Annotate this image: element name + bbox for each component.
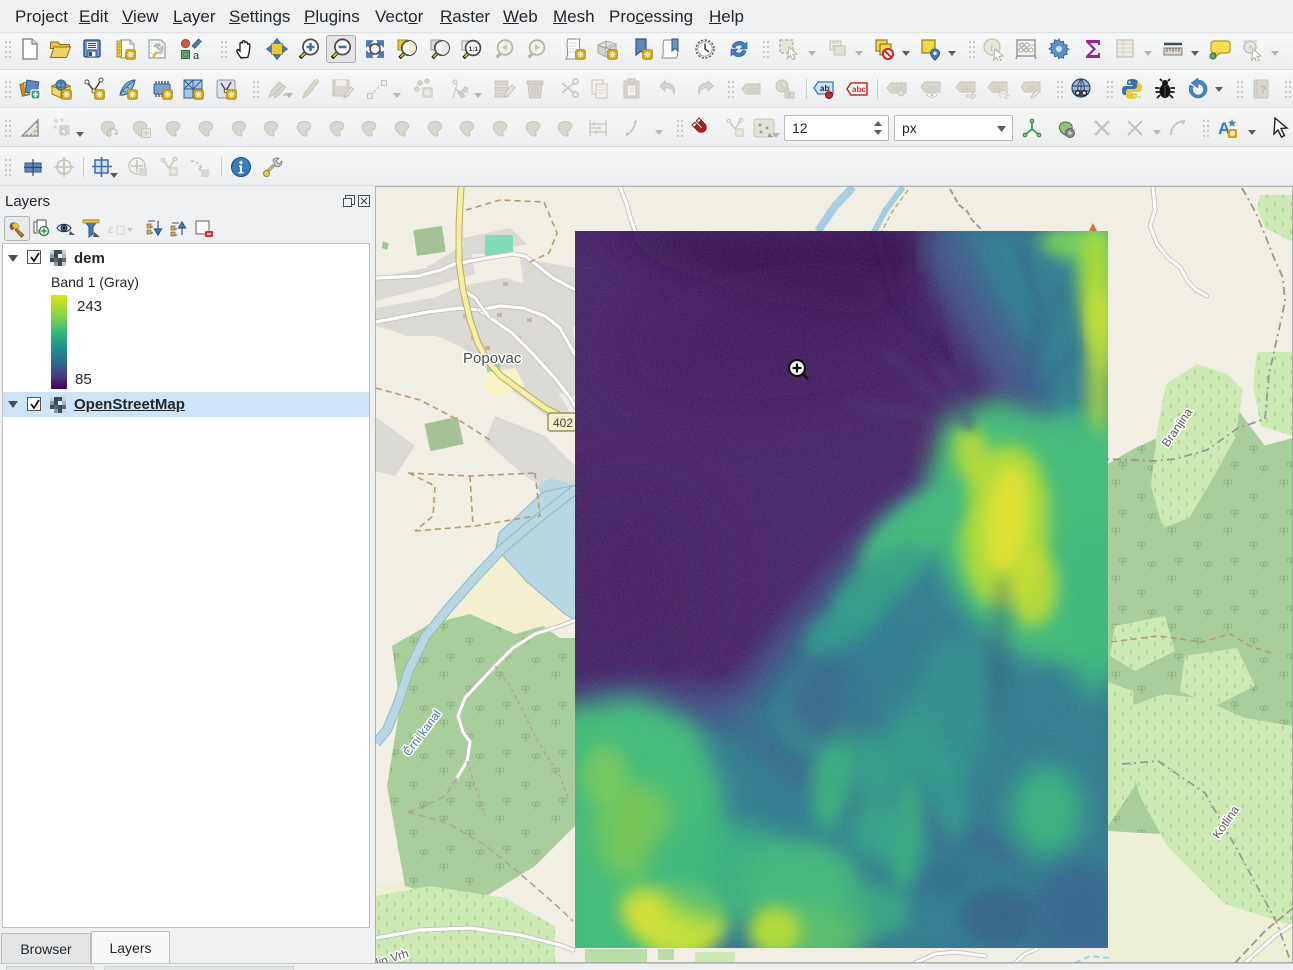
svg-text:Popovac: Popovac <box>463 350 522 367</box>
svg-text:abc: abc <box>852 85 866 94</box>
svg-text:abc: abc <box>926 85 937 92</box>
svg-text:a: a <box>193 50 200 61</box>
svg-text:ε: ε <box>108 221 114 236</box>
svg-text:abc: abc <box>747 87 759 94</box>
svg-text:i: i <box>990 42 993 54</box>
svg-text:1:1: 1:1 <box>469 46 479 53</box>
svg-text:abc: abc <box>961 85 972 92</box>
svg-text:402: 402 <box>553 416 573 430</box>
svg-text:?: ? <box>1260 84 1267 96</box>
